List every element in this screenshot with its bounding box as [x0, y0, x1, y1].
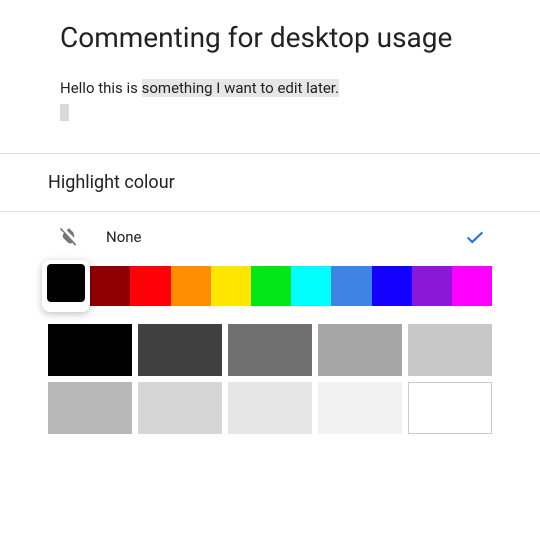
- color-strip-wrapper: [48, 266, 492, 306]
- document-title: Commenting for desktop usage: [60, 20, 480, 55]
- document-body[interactable]: Hello this is something I want to edit l…: [60, 77, 480, 123]
- color-swatch[interactable]: [291, 266, 331, 306]
- color-swatch[interactable]: [251, 266, 291, 306]
- color-swatch[interactable]: [90, 266, 130, 306]
- color-swatch[interactable]: [171, 266, 211, 306]
- color-swatch[interactable]: [452, 266, 492, 306]
- checkmark-icon: [464, 226, 486, 248]
- color-swatch[interactable]: [372, 266, 412, 306]
- gray-tile[interactable]: [408, 324, 492, 376]
- gray-tile[interactable]: [318, 324, 402, 376]
- highlight-colour-panel: Highlight colour None: [0, 153, 540, 434]
- body-text-plain: Hello this is: [60, 79, 142, 97]
- gray-tile[interactable]: [138, 382, 222, 434]
- color-swatch[interactable]: [211, 266, 251, 306]
- gray-tile[interactable]: [48, 324, 132, 376]
- document-area: Commenting for desktop usage Hello this …: [0, 0, 540, 153]
- grayscale-grid: [48, 324, 492, 434]
- text-cursor: [60, 104, 69, 121]
- gray-tile[interactable]: [48, 382, 132, 434]
- gray-tile[interactable]: [408, 382, 492, 434]
- gray-tile[interactable]: [228, 324, 312, 376]
- none-label: None: [106, 228, 142, 246]
- gray-tile[interactable]: [318, 382, 402, 434]
- body-text-highlighted: something I want to edit later.: [142, 79, 339, 97]
- no-fill-icon: [58, 226, 80, 248]
- color-swatch[interactable]: [412, 266, 452, 306]
- panel-title: Highlight colour: [48, 172, 492, 193]
- gray-tile[interactable]: [228, 382, 312, 434]
- selected-color-swatch: [47, 264, 85, 302]
- gray-tile[interactable]: [138, 324, 222, 376]
- color-swatch[interactable]: [331, 266, 371, 306]
- color-strip: [50, 266, 492, 306]
- color-swatch[interactable]: [130, 266, 170, 306]
- none-option-row[interactable]: None: [48, 212, 492, 262]
- selected-color-popover[interactable]: [42, 260, 90, 312]
